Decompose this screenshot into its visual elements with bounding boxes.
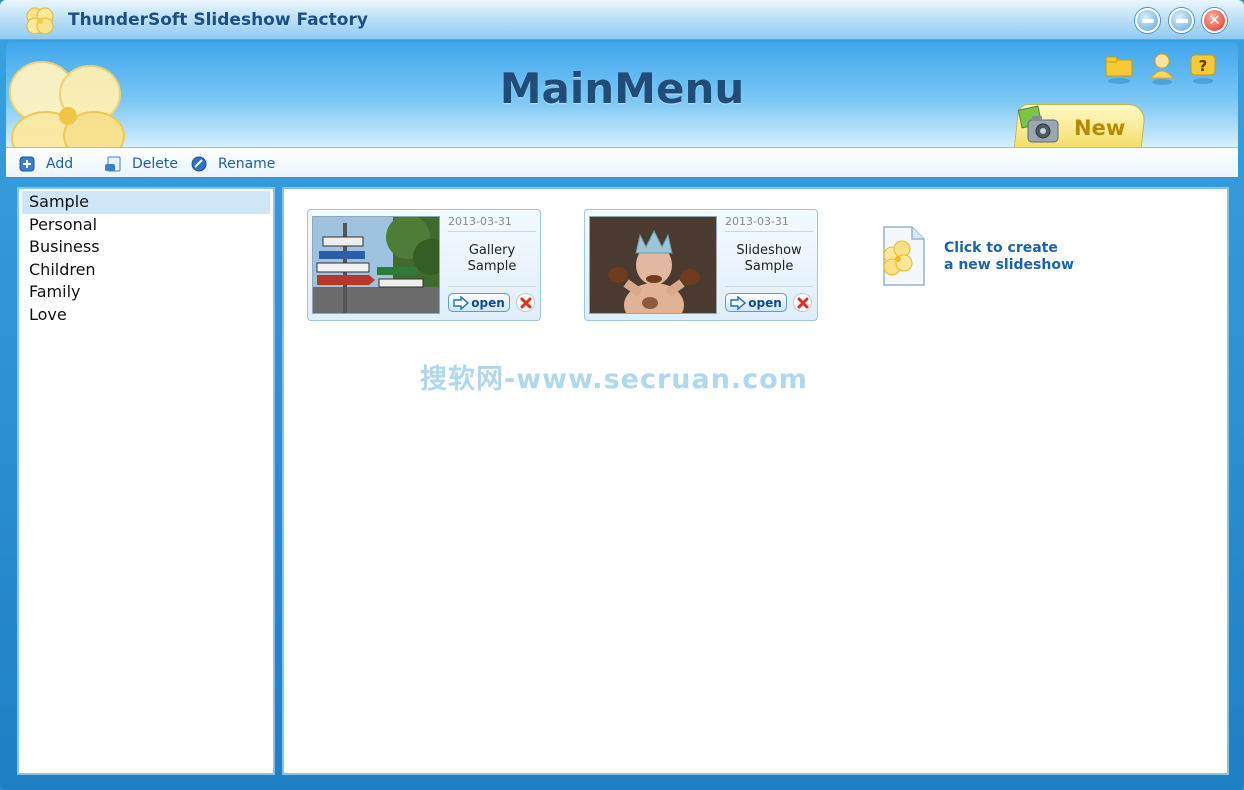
delete-label: Delete [132, 156, 178, 172]
new-document-icon [883, 226, 925, 286]
category-item-love[interactable]: Love [22, 304, 270, 327]
watermark-text: 搜软网-www.secruan.com [420, 364, 808, 395]
restore-icon [1175, 18, 1188, 23]
delete-button[interactable]: Delete [104, 153, 178, 175]
close-button[interactable]: ✕ [1202, 8, 1227, 33]
category-item-business[interactable]: Business [22, 236, 270, 259]
project-info: 2013-03-31 Gallery Sample open [444, 210, 540, 320]
project-thumbnail[interactable] [589, 216, 717, 314]
create-new-slideshow[interactable]: Click to create a new slideshow [878, 225, 1088, 289]
delete-icon [105, 156, 121, 172]
project-name-line: Sample [744, 259, 794, 274]
open-button[interactable]: open [725, 293, 787, 312]
project-card[interactable]: 2013-03-31 Slideshow Sample open [584, 209, 818, 321]
close-icon: ✕ [1208, 11, 1221, 29]
new-tab-label[interactable]: New [1074, 116, 1125, 140]
app-window: ThunderSoft Slideshow Factory ✕ MainMenu [0, 0, 1244, 790]
rename-label: Rename [218, 156, 276, 172]
camera-icon [1017, 105, 1059, 143]
minimize-button[interactable] [1135, 8, 1160, 33]
project-date: 2013-03-31 [725, 215, 813, 232]
window-title: ThunderSoft Slideshow Factory [68, 10, 368, 30]
create-new-line: Click to create [944, 240, 1058, 256]
arrow-right-icon [730, 295, 747, 310]
remove-project-button[interactable] [793, 293, 812, 312]
project-card[interactable]: 2013-03-31 Gallery Sample open [307, 209, 541, 321]
project-name-line: Sample [467, 259, 517, 274]
red-x-icon [797, 297, 808, 308]
header-banner: MainMenu ? New [6, 42, 1238, 148]
remove-project-button[interactable] [516, 293, 535, 312]
category-item-children[interactable]: Children [22, 259, 270, 282]
divider [725, 286, 813, 287]
category-item-family[interactable]: Family [22, 281, 270, 304]
add-button[interactable]: Add [18, 153, 73, 175]
red-x-icon [520, 297, 531, 308]
divider [448, 286, 536, 287]
clover-logo-icon [26, 7, 54, 35]
add-label: Add [46, 156, 74, 172]
folder-icon[interactable] [1104, 52, 1134, 86]
project-date: 2013-03-31 [448, 215, 536, 232]
create-new-label[interactable]: Click to create a new slideshow [944, 240, 1074, 274]
open-label: open [471, 295, 505, 310]
restore-button[interactable] [1169, 8, 1194, 33]
svg-text:?: ? [1199, 57, 1208, 75]
street-signs-image [313, 217, 439, 313]
create-new-line: a new slideshow [944, 257, 1074, 273]
baby-photo-image [590, 217, 716, 313]
project-name: Gallery Sample [444, 243, 540, 275]
project-name-line: Gallery [468, 243, 516, 258]
project-name-line: Slideshow [736, 243, 802, 258]
title-bar[interactable]: ThunderSoft Slideshow Factory ✕ [0, 0, 1244, 40]
minimize-icon [1141, 18, 1154, 23]
project-panel: 2013-03-31 Gallery Sample open 2013-03-3… [282, 187, 1229, 775]
category-item-personal[interactable]: Personal [22, 214, 270, 237]
user-icon[interactable] [1147, 52, 1177, 86]
project-thumbnail[interactable] [312, 216, 440, 314]
open-label: open [748, 295, 782, 310]
add-icon [19, 156, 35, 172]
rename-icon [191, 156, 207, 172]
rename-button[interactable]: Rename [190, 153, 275, 175]
category-panel: Sample Personal Business Children Family… [17, 187, 275, 775]
toolbar: Add Delete Rename [6, 147, 1238, 179]
help-icon[interactable]: ? [1188, 52, 1218, 86]
project-info: 2013-03-31 Slideshow Sample open [721, 210, 817, 320]
category-item-sample[interactable]: Sample [22, 191, 270, 214]
open-button[interactable]: open [448, 293, 510, 312]
category-list: Sample Personal Business Children Family… [19, 189, 273, 327]
project-name: Slideshow Sample [721, 243, 817, 275]
arrow-right-icon [453, 295, 470, 310]
